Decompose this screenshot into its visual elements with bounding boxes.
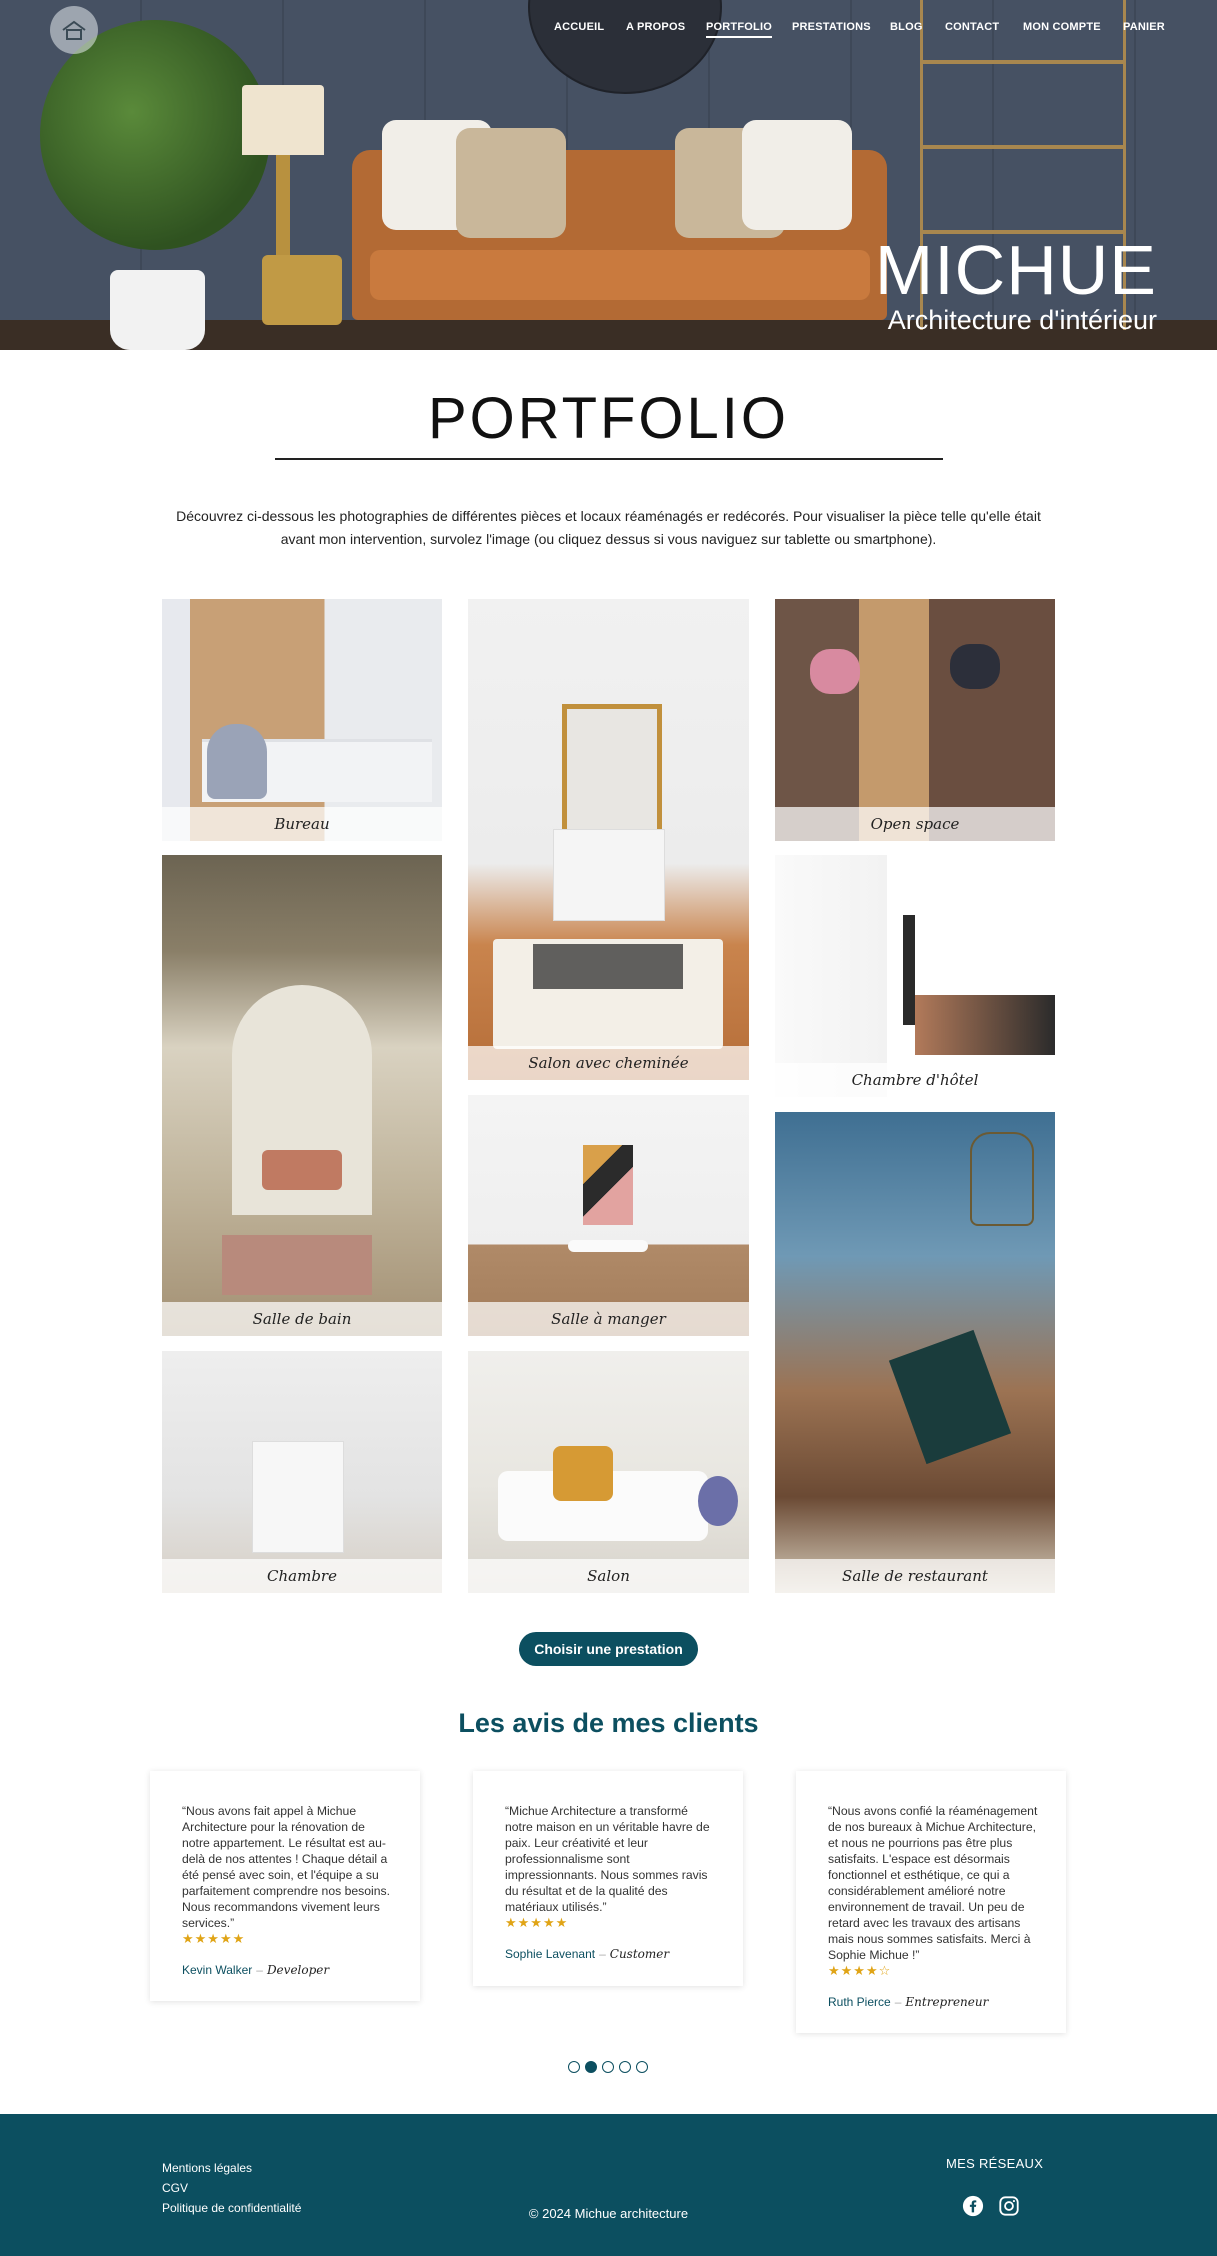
portfolio-caption: Open space (775, 807, 1055, 841)
carousel-dot[interactable] (602, 2061, 614, 2073)
review-author-role: Entrepreneur (905, 1995, 989, 2009)
hero-plant-pot (110, 270, 205, 350)
reviews-title: Les avis de mes clients (458, 1708, 759, 1738)
hero-lamp-base (276, 155, 290, 265)
review-separator: – (894, 1995, 902, 2009)
portfolio-image (775, 599, 1055, 841)
hero-title: MICHUE (874, 231, 1157, 309)
wall-art (583, 1145, 633, 1225)
facebook-icon[interactable] (962, 2195, 984, 2217)
portfolio-caption: Chambre d'hôtel (775, 1063, 1055, 1097)
portfolio-card-salon[interactable]: Salon (468, 1351, 749, 1593)
vase (698, 1476, 738, 1526)
nav-a-propos[interactable]: A PROPOS (626, 21, 685, 33)
review-author: Ruth Pierce – Entrepreneur (828, 1995, 988, 2009)
nav-portfolio[interactable]: PORTFOLIO (706, 21, 772, 38)
nav-contact[interactable]: CONTACT (945, 21, 999, 33)
footer-copyright: © 2024 Michue architecture (528, 2206, 689, 2221)
portfolio-image (775, 855, 1055, 1097)
site-footer: Mentions légales CGV Politique de confid… (0, 2114, 1217, 2256)
review-card: “Michue Architecture a transformé notre … (473, 1771, 743, 1986)
page-title: PORTFOLIO (427, 386, 790, 451)
chair (207, 724, 267, 799)
hero-pillow (742, 120, 852, 230)
portfolio-card-salle-a-manger[interactable]: Salle à manger (468, 1095, 749, 1336)
review-stars: ★★★★★ (182, 1931, 246, 1946)
portfolio-caption: Bureau (162, 807, 442, 841)
dining-table (568, 1240, 648, 1252)
review-quote: “Michue Architecture a transformé notre … (505, 1804, 710, 1914)
coffee-table (533, 944, 683, 989)
portfolio-image (162, 599, 442, 841)
mirror (562, 704, 662, 839)
portfolio-caption: Chambre (162, 1559, 442, 1593)
hero-brand: MICHUE Architecture d'intérieur (875, 235, 1157, 335)
hero-side-table (262, 255, 342, 325)
review-card: “Nous avons fait appel à Michue Architec… (150, 1771, 420, 2001)
portfolio-card-bureau[interactable]: Bureau (162, 599, 442, 841)
review-separator: – (599, 1947, 606, 1961)
carousel-dot-active[interactable] (585, 2061, 597, 2073)
review-author-name: Sophie Lavenant (505, 1947, 596, 1961)
person (810, 649, 860, 694)
review-separator: – (256, 1963, 263, 1977)
carousel-dot[interactable] (568, 2061, 580, 2073)
hero-pillow (456, 128, 566, 238)
pillow (553, 1446, 613, 1501)
portfolio-card-salon-cheminee[interactable]: Salon avec cheminée (468, 599, 749, 1080)
nav-accueil[interactable]: ACCUEIL (554, 21, 604, 33)
review-author-name: Ruth Pierce (828, 1995, 891, 2009)
instagram-icon[interactable] (998, 2195, 1020, 2217)
review-author-name: Kevin Walker (182, 1963, 253, 1977)
portfolio-card-chambre-hotel[interactable]: Chambre d'hôtel (775, 855, 1055, 1097)
review-author: Kevin Walker – Developer (182, 1963, 329, 1977)
review-stars: ★★★★☆ (828, 1963, 892, 1978)
portfolio-caption: Salle à manger (468, 1302, 749, 1336)
portfolio-card-salle-restaurant[interactable]: Salle de restaurant (775, 1112, 1055, 1593)
review-quote: “Nous avons fait appel à Michue Architec… (182, 1804, 390, 1930)
portfolio-caption: Salon avec cheminée (468, 1046, 749, 1080)
hero-sofa-seat (370, 250, 870, 300)
bed-throw (915, 995, 1055, 1055)
nav-prestations[interactable]: PRESTATIONS (792, 21, 871, 33)
portfolio-intro: Découvrez ci-dessous les photographies d… (176, 508, 1041, 547)
fireplace (252, 1441, 344, 1553)
review-card: “Nous avons confié la réaménagement de n… (796, 1771, 1066, 2033)
nav-blog[interactable]: BLOG (890, 21, 923, 33)
review-quote: “Nous avons confié la réaménagement de n… (828, 1804, 1038, 1962)
main-nav: ACCUEIL A PROPOS PORTFOLIO PRESTATIONS B… (0, 21, 1217, 41)
portfolio-card-open-space[interactable]: Open space (775, 599, 1055, 841)
choose-service-button[interactable]: Choisir une prestation (519, 1632, 698, 1666)
portfolio-card-chambre[interactable]: Chambre (162, 1351, 442, 1593)
review-author-role: Customer (609, 1947, 670, 1961)
footer-link-cgv[interactable]: CGV (162, 2178, 301, 2198)
headboard (903, 915, 915, 1025)
title-divider (275, 458, 943, 460)
review-author: Sophie Lavenant – Customer (505, 1947, 669, 1961)
hero-subtitle: Architecture d'intérieur (887, 305, 1157, 335)
nav-mon-compte[interactable]: MON COMPTE (1023, 21, 1101, 33)
social-title: MES RÉSEAUX (946, 2156, 1044, 2171)
bathtub (262, 1150, 342, 1190)
hero-plant (40, 20, 270, 250)
pendant-lamp (970, 1132, 1034, 1226)
fireplace (553, 829, 665, 921)
review-stars: ★★★★★ (505, 1915, 569, 1930)
carousel-dot[interactable] (636, 2061, 648, 2073)
hero-lamp-shade (242, 85, 324, 155)
carousel-dot[interactable] (619, 2061, 631, 2073)
review-author-role: Developer (266, 1963, 330, 1977)
nav-panier[interactable]: PANIER (1123, 21, 1165, 33)
footer-link-mentions[interactable]: Mentions légales (162, 2158, 301, 2178)
rug (222, 1235, 372, 1295)
portfolio-caption: Salle de bain (162, 1302, 442, 1336)
person (950, 644, 1000, 689)
portfolio-caption: Salon (468, 1559, 749, 1593)
portfolio-caption: Salle de restaurant (775, 1559, 1055, 1593)
portfolio-card-salle-de-bain[interactable]: Salle de bain (162, 855, 442, 1336)
